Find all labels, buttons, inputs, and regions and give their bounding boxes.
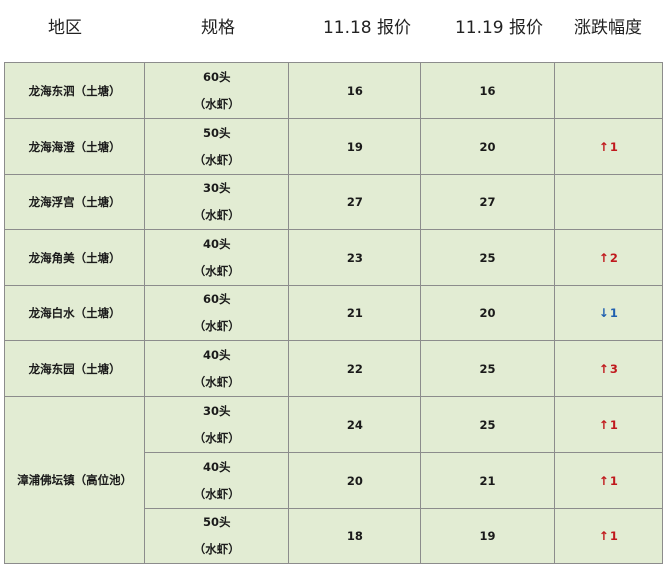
arrow-up-icon: ↑ <box>598 473 609 488</box>
price-1119-cell: 19 <box>420 508 555 564</box>
price-1118-cell: 24 <box>288 396 422 453</box>
arrow-up-icon: ↑ <box>598 417 609 432</box>
price-1119-cell: 21 <box>420 452 555 509</box>
header-price-1118: 11.18 报价 <box>322 18 412 38</box>
arrow-down-icon: ↓ <box>598 306 609 320</box>
spec-count: 30头 <box>202 181 231 195</box>
spec-cell: 30头 （水虾） <box>144 396 290 453</box>
change-value: 3 <box>609 361 618 376</box>
price-1119-cell: 25 <box>420 229 555 286</box>
spec-cell: 60头 （水虾） <box>144 285 290 341</box>
spec-count: 30头 <box>202 403 231 418</box>
spec-cell: 50头 （水虾） <box>144 118 290 175</box>
region-cell: 漳浦佛坛镇（高位池） <box>3 396 146 564</box>
change-indicator: ↑ 1 <box>599 418 618 432</box>
header-region: 地区 <box>48 18 82 38</box>
change-value: 1 <box>609 139 618 154</box>
spec-cell: 40头 （水虾） <box>144 452 290 509</box>
change-cell <box>553 174 663 230</box>
price-1118-cell: 27 <box>288 174 422 230</box>
price-table: 龙海东泗（土塘） 60头 （水虾） 16 16 龙海海澄（土塘） 50头 （水虾） 19 20 ↑ 1… <box>3 62 663 564</box>
price-1119-cell: 20 <box>420 118 555 175</box>
spec-cell: 40头 （水虾） <box>144 340 290 397</box>
change-value: 2 <box>609 250 618 265</box>
table-row: 龙海浮宫（土塘） 30头 （水虾） 27 27 <box>3 174 663 230</box>
spec-count: 40头 <box>202 236 231 251</box>
spec-cell: 50头 （水虾） <box>144 508 290 564</box>
price-1118-cell: 21 <box>288 285 422 341</box>
spec-count: 60头 <box>202 69 231 84</box>
spec-cell: 30头 （水虾） <box>144 174 290 230</box>
header-spec: 规格 <box>201 18 235 38</box>
price-1118-cell: 23 <box>288 229 422 286</box>
arrow-up-icon: ↑ <box>598 250 609 265</box>
spec-type: （水虾） <box>193 263 240 278</box>
header-price-1119: 11.19 报价 <box>454 18 544 38</box>
change-value: 1 <box>609 529 618 543</box>
price-table-page: 地区 规格 11.18 报价 11.19 报价 涨跌幅度 龙海东泗（土塘） 60头… <box>0 0 663 565</box>
spec-cell: 60头 （水虾） <box>144 62 290 119</box>
spec-count: 50头 <box>202 515 231 529</box>
table-row: 龙海东园（土塘） 40头 （水虾） 22 25 ↑ 3 <box>3 340 663 397</box>
region-cell: 龙海角美（土塘） <box>3 229 146 286</box>
change-cell: ↑ 1 <box>553 452 663 509</box>
header-change: 涨跌幅度 <box>574 18 642 38</box>
change-cell: ↑ 2 <box>553 229 663 286</box>
change-indicator: ↑ 1 <box>599 529 618 543</box>
change-value: 1 <box>609 417 618 432</box>
region-cell: 龙海白水（土塘） <box>3 285 146 341</box>
change-cell: ↑ 1 <box>553 396 663 453</box>
change-indicator: ↑ 1 <box>599 140 618 154</box>
price-1119-cell: 25 <box>420 396 555 453</box>
price-1118-cell: 16 <box>288 62 422 119</box>
table-row: 龙海海澄（土塘） 50头 （水虾） 19 20 ↑ 1 <box>3 118 663 175</box>
arrow-up-icon: ↑ <box>598 139 609 154</box>
price-1118-cell: 19 <box>288 118 422 175</box>
price-1118-cell: 20 <box>288 452 422 509</box>
change-indicator: ↑ 1 <box>599 474 618 488</box>
table-row: 漳浦佛坛镇（高位池） 30头 （水虾） 24 25 ↑ 1 <box>3 396 663 564</box>
change-cell: ↓ 1 <box>553 285 663 341</box>
table-header: 地区 规格 11.18 报价 11.19 报价 涨跌幅度 <box>0 0 663 56</box>
spec-type: （水虾） <box>193 430 240 445</box>
price-1119-cell: 27 <box>420 174 555 230</box>
region-cell: 龙海海澄（土塘） <box>3 118 146 175</box>
change-indicator: ↓ 1 <box>599 306 618 320</box>
spec-type: （水虾） <box>193 96 240 111</box>
change-indicator: ↑ 3 <box>599 362 618 376</box>
region-cell: 龙海浮宫（土塘） <box>3 174 146 230</box>
change-value: 1 <box>609 306 618 320</box>
spec-type: （水虾） <box>193 542 240 556</box>
table-row: 龙海角美（土塘） 40头 （水虾） 23 25 ↑ 2 <box>3 229 663 286</box>
spec-count: 60头 <box>202 292 231 306</box>
price-1118-cell: 18 <box>288 508 422 564</box>
price-table-body: 龙海东泗（土塘） 60头 （水虾） 16 16 龙海海澄（土塘） 50头 （水虾） 19 20 ↑ 1… <box>3 62 663 564</box>
table-row: 龙海东泗（土塘） 60头 （水虾） 16 16 <box>3 62 663 119</box>
change-value: 1 <box>609 473 618 488</box>
price-1119-cell: 25 <box>420 340 555 397</box>
spec-type: （水虾） <box>193 319 240 333</box>
spec-type: （水虾） <box>193 374 240 389</box>
region-cell: 龙海东泗（土塘） <box>3 62 146 119</box>
spec-type: （水虾） <box>193 486 240 501</box>
spec-count: 50头 <box>202 125 231 140</box>
spec-count: 40头 <box>202 459 231 474</box>
change-cell <box>553 62 663 119</box>
table-row: 龙海白水（土塘） 60头 （水虾） 21 20 ↓ 1 <box>3 285 663 341</box>
change-cell: ↑ 1 <box>553 118 663 175</box>
change-cell: ↑ 1 <box>553 508 663 564</box>
spec-count: 40头 <box>202 347 231 362</box>
price-1119-cell: 16 <box>420 62 555 119</box>
arrow-up-icon: ↑ <box>598 529 609 543</box>
spec-type: （水虾） <box>193 152 240 167</box>
price-1119-cell: 20 <box>420 285 555 341</box>
spec-type: （水虾） <box>193 208 240 222</box>
change-indicator: ↑ 2 <box>599 251 618 265</box>
price-1118-cell: 22 <box>288 340 422 397</box>
arrow-up-icon: ↑ <box>598 361 609 376</box>
spec-cell: 40头 （水虾） <box>144 229 290 286</box>
region-cell: 龙海东园（土塘） <box>3 340 146 397</box>
change-cell: ↑ 3 <box>553 340 663 397</box>
